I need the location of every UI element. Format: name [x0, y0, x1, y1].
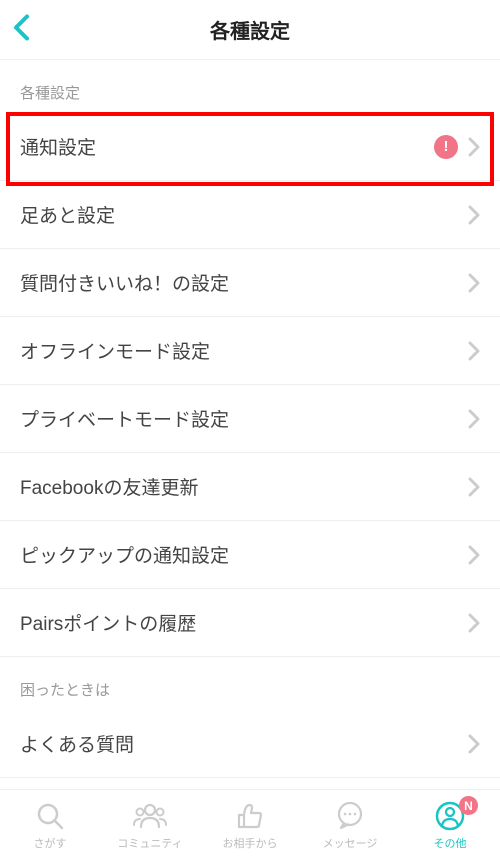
settings-item-offline-mode[interactable]: オフラインモード設定: [0, 317, 500, 385]
list-item-label: 足あと設定: [20, 201, 468, 228]
tab-search[interactable]: さがす: [0, 790, 100, 861]
chevron-right-icon: [468, 205, 480, 225]
tab-label: メッセージ: [323, 835, 378, 851]
list-item-label: ピックアップの通知設定: [20, 541, 468, 568]
notification-badge: N: [459, 796, 478, 815]
search-icon: [35, 801, 65, 831]
thumbs-up-icon: [235, 801, 265, 831]
settings-item-private-mode[interactable]: プライベートモード設定: [0, 385, 500, 453]
chevron-right-icon: [468, 273, 480, 293]
list-item-label: プライベートモード設定: [20, 405, 468, 432]
back-button[interactable]: [12, 13, 30, 46]
tab-label: お相手から: [223, 835, 278, 851]
header: 各種設定: [0, 0, 500, 60]
settings-item-question-like[interactable]: 質問付きいいね！の設定: [0, 249, 500, 317]
chevron-right-icon: [468, 409, 480, 429]
settings-item-notification[interactable]: 通知設定 !: [0, 113, 500, 181]
tab-label: コミュニティ: [117, 835, 182, 851]
message-icon: [335, 801, 365, 831]
list-item-label: Pairsポイントの履歴: [20, 609, 468, 636]
chevron-right-icon: [468, 734, 480, 754]
content: 各種設定 通知設定 ! 足あと設定 質問付きいいね！の設定 オフラインモード設定…: [0, 60, 500, 789]
chevron-right-icon: [468, 545, 480, 565]
tabbar: さがす コミュニティ お相手から メッセージ: [0, 789, 500, 861]
chevron-right-icon: [468, 477, 480, 497]
tab-other[interactable]: N その他: [400, 790, 500, 861]
chevron-right-icon: [468, 613, 480, 633]
chevron-right-icon: [468, 137, 480, 157]
settings-item-footprint[interactable]: 足あと設定: [0, 181, 500, 249]
settings-item-facebook-friends[interactable]: Facebookの友達更新: [0, 453, 500, 521]
tab-community[interactable]: コミュニティ: [100, 790, 200, 861]
section-header-help: 困ったときは: [0, 657, 500, 710]
list-item-label: 通知設定: [20, 133, 434, 160]
list-item-label: Facebookの友達更新: [20, 473, 468, 500]
chevron-right-icon: [468, 341, 480, 361]
alert-icon: !: [434, 135, 458, 159]
list-item-label: よくある質問: [20, 730, 468, 757]
tab-label: その他: [434, 835, 467, 851]
section-header-settings: 各種設定: [0, 60, 500, 113]
settings-item-pairs-points[interactable]: Pairsポイントの履歴: [0, 589, 500, 657]
community-icon: [133, 801, 167, 831]
tab-message[interactable]: メッセージ: [300, 790, 400, 861]
help-item-faq[interactable]: よくある質問: [0, 710, 500, 778]
list-item-label: オフラインモード設定: [20, 337, 468, 364]
tab-from-partner[interactable]: お相手から: [200, 790, 300, 861]
tab-label: さがす: [34, 835, 67, 851]
settings-item-pickup-notification[interactable]: ピックアップの通知設定: [0, 521, 500, 589]
page-title: 各種設定: [210, 15, 290, 44]
list-item-label: 質問付きいいね！の設定: [20, 269, 468, 296]
chevron-left-icon: [12, 13, 30, 41]
